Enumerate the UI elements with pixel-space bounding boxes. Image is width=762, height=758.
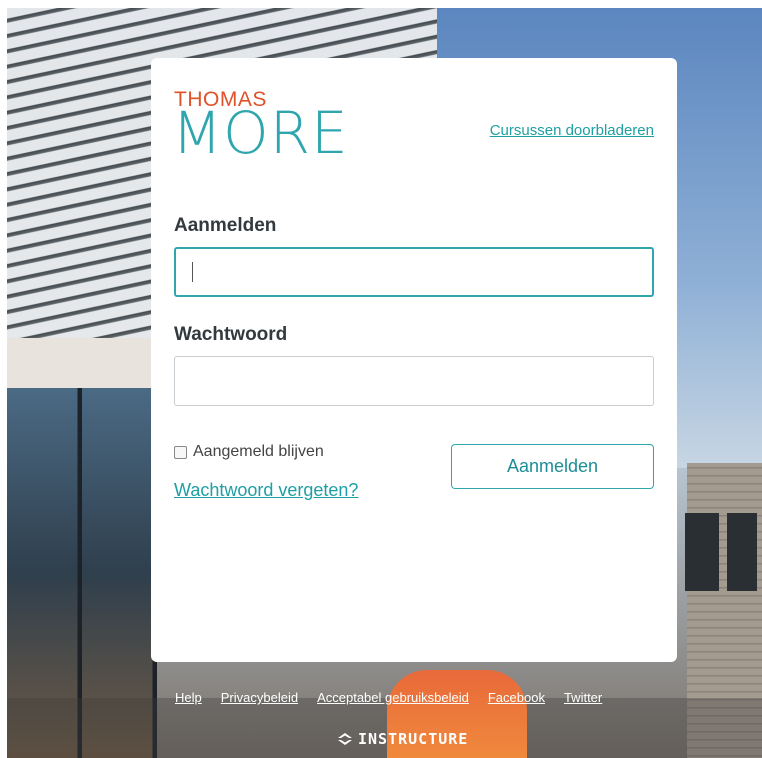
- password-input[interactable]: [174, 356, 654, 406]
- instructure-logo: INSTRUCTURE: [338, 730, 468, 748]
- instructure-icon: [338, 733, 352, 745]
- logo-line2: MORE: [172, 99, 349, 167]
- password-label: Wachtwoord: [174, 324, 288, 345]
- username-label: Aanmelden: [174, 215, 277, 236]
- remember-me-label: Aangemeld blijven: [193, 443, 324, 460]
- footer-link-facebook[interactable]: Facebook: [488, 690, 545, 705]
- instructure-wordmark: INSTRUCTURE: [358, 730, 469, 748]
- text-caret: [192, 262, 193, 282]
- username-input[interactable]: [174, 247, 654, 297]
- remember-me-checkbox[interactable]: [174, 445, 187, 459]
- login-button[interactable]: Aanmelden: [451, 444, 654, 489]
- remember-me[interactable]: Aangemeld blijven: [174, 443, 324, 461]
- background-window: [727, 513, 757, 591]
- footer-links: Help Privacybeleid Acceptabel gebruiksbe…: [175, 690, 655, 705]
- footer-link-help[interactable]: Help: [175, 690, 202, 705]
- footer-link-privacy[interactable]: Privacybeleid: [221, 690, 298, 705]
- browse-courses-link[interactable]: Cursussen doorbladeren: [490, 122, 654, 139]
- forgot-password-link[interactable]: Wachtwoord vergeten?: [174, 480, 358, 501]
- login-card: THOMAS MORE Cursussen doorbladeren Aanme…: [151, 58, 677, 662]
- footer-link-twitter[interactable]: Twitter: [564, 690, 602, 705]
- footer-link-acceptable-use[interactable]: Acceptabel gebruiksbeleid: [317, 690, 469, 705]
- thomas-more-logo: THOMAS MORE: [172, 88, 389, 174]
- background-window: [685, 513, 719, 591]
- background-ground: [7, 698, 762, 758]
